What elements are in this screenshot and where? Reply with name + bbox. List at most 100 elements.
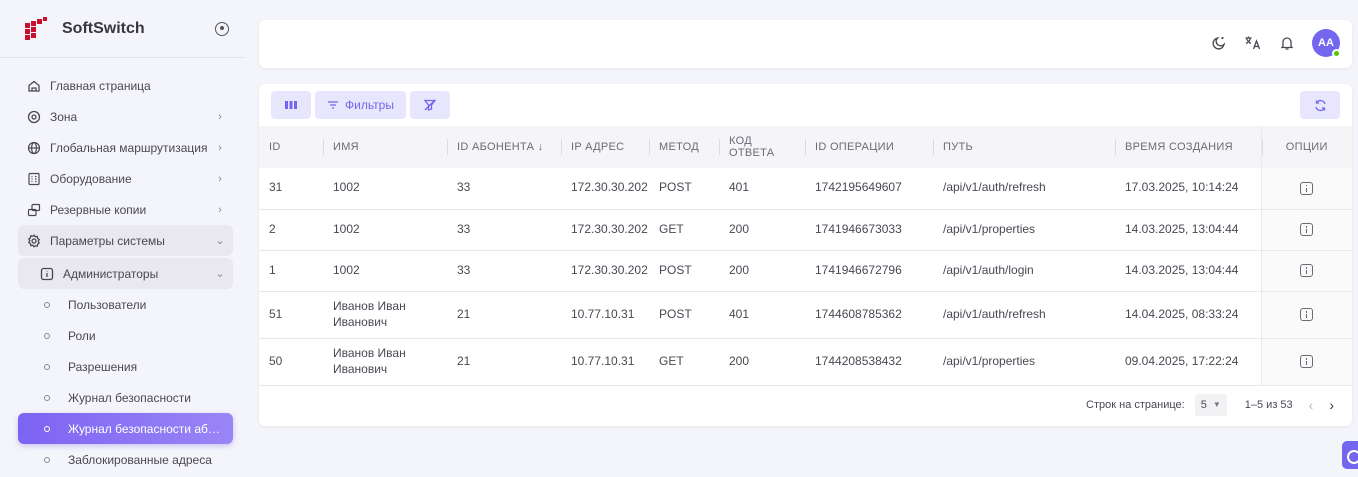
column-header-created-time[interactable]: ВРЕМЯ СОЗДАНИЯ (1115, 126, 1261, 168)
sidebar-item-label: Главная страница (50, 78, 151, 93)
sidebar-item-security-log[interactable]: Журнал безопасности (18, 382, 233, 413)
sidebar-item-label: Администраторы (63, 266, 159, 281)
sidebar-item-label: Резервные копии (50, 202, 147, 217)
table-row[interactable]: 51 Иванов Иван Иванович 21 10.77.10.31 P… (259, 291, 1352, 339)
cell-subscriber-id: 33 (447, 168, 561, 210)
cell-response-code: 401 (719, 168, 805, 210)
table-row[interactable]: 50 Иванов Иван Иванович 21 10.77.10.31 G… (259, 338, 1352, 386)
sidebar-item-administrators[interactable]: Администраторы ⌄ (18, 258, 233, 289)
cell-response-code: 200 (719, 209, 805, 251)
cell-subscriber-id: 21 (447, 291, 561, 339)
cell-name: 1002 (323, 250, 447, 292)
cell-operation-id: 1744608785362 (805, 291, 933, 339)
caret-down-icon: ▼ (1212, 400, 1221, 409)
cell-ip-address: 10.77.10.31 (561, 338, 649, 386)
sidebar-item-label: Пользователи (68, 297, 147, 312)
circle-bullet-icon (44, 332, 50, 339)
cell-method: POST (649, 291, 719, 339)
sidebar-item-roles[interactable]: Роли (18, 320, 233, 351)
sidebar-item-permissions[interactable]: Разрешения (18, 351, 233, 382)
columns-button[interactable] (271, 91, 311, 119)
sidebar-item-users[interactable]: Пользователи (18, 289, 233, 320)
cell-path: /api/v1/properties (933, 338, 1115, 386)
next-page-icon[interactable]: › (1329, 397, 1334, 413)
sidebar-item-blocked-addresses[interactable]: Заблокированные адреса (18, 444, 233, 475)
column-header-options: ОПЦИИ (1260, 126, 1352, 168)
filters-button[interactable]: Фильтры (315, 91, 406, 119)
table-row[interactable]: 31 1002 33 172.30.30.202 POST 401 174219… (259, 168, 1352, 210)
sidebar-item-home[interactable]: Главная страница (18, 70, 233, 101)
column-header-ip-address[interactable]: IP АДРЕС (561, 126, 649, 168)
location-pin-icon (27, 110, 41, 124)
theme-toggle-icon[interactable] (1210, 34, 1228, 52)
filter-lines-icon (328, 101, 338, 109)
column-header-operation-id[interactable]: ID ОПЕРАЦИИ (805, 126, 933, 168)
top-navbar: AA (259, 20, 1352, 68)
sidebar-item-zone[interactable]: Зона › (18, 101, 233, 132)
cell-created-time: 14.03.2025, 13:04:44 (1115, 250, 1261, 292)
avatar-initials: AA (1318, 37, 1334, 49)
chevron-right-icon: › (218, 141, 222, 154)
cell-operation-id: 1744208538432 (805, 338, 933, 386)
cell-name: Иванов Иван Иванович (323, 338, 447, 386)
column-header-name[interactable]: ИМЯ (323, 126, 447, 168)
column-header-response-code[interactable]: КОД ОТВЕТА (719, 126, 805, 168)
cell-id: 50 (259, 338, 323, 386)
brand-header: SoftSwitch (0, 0, 245, 58)
circle-bullet-icon (44, 363, 50, 370)
details-icon[interactable] (1300, 264, 1314, 278)
table-row[interactable]: 1 1002 33 172.30.30.202 POST 200 1741946… (259, 250, 1352, 292)
info-square-icon (40, 267, 54, 281)
cell-id: 1 (259, 250, 323, 292)
cell-name: Иванов Иван Иванович (323, 291, 447, 339)
circle-bullet-icon (44, 301, 50, 308)
sidebar-pin-icon[interactable] (215, 21, 229, 36)
cell-options (1260, 338, 1352, 386)
details-icon[interactable] (1300, 181, 1314, 195)
cell-ip-address: 172.30.30.202 (561, 209, 649, 251)
sidebar-item-subscriber-security-log[interactable]: Журнал безопасности абон... (18, 413, 233, 444)
sidebar-item-equipment[interactable]: Оборудование › (18, 163, 233, 194)
column-header-method[interactable]: МЕТОД (649, 126, 719, 168)
cell-method: GET (649, 338, 719, 386)
column-header-subscriber-id[interactable]: ID АБОНЕНТА ↓ (447, 126, 561, 168)
cell-subscriber-id: 33 (447, 250, 561, 292)
cell-ip-address: 10.77.10.31 (561, 291, 649, 339)
cell-operation-id: 1741946673033 (805, 209, 933, 251)
details-icon[interactable] (1300, 355, 1314, 369)
sidebar-item-system-settings[interactable]: Параметры системы ⌄ (18, 225, 233, 256)
details-icon[interactable] (1300, 223, 1314, 237)
cell-created-time: 14.04.2025, 08:33:24 (1115, 291, 1261, 339)
details-icon[interactable] (1300, 308, 1314, 322)
backup-icon (27, 203, 41, 217)
clear-filters-button[interactable] (409, 91, 450, 119)
rows-per-page-select[interactable]: 5 ▼ (1194, 393, 1227, 416)
sidebar-item-label: Оборудование (50, 171, 132, 186)
chevron-right-icon: › (218, 172, 222, 185)
bell-icon[interactable] (1278, 34, 1296, 52)
cell-response-code: 401 (719, 291, 805, 339)
column-header-id[interactable]: ID (259, 126, 323, 168)
chevron-right-icon: › (218, 203, 222, 216)
subscriber-security-log-card: Фильтры ID ИМЯ ID АБОНЕНТА ↓ IP АДРЕС МЕ… (259, 84, 1352, 426)
pagination-range: 1–5 из 53 (1244, 398, 1293, 411)
sidebar-item-global-routing[interactable]: Глобальная маршрутизация › (18, 132, 233, 163)
cell-path: /api/v1/auth/login (933, 250, 1115, 292)
security-log-table: ID ИМЯ ID АБОНЕНТА ↓ IP АДРЕС МЕТОД КОД … (259, 126, 1352, 386)
user-avatar[interactable]: AA (1312, 29, 1341, 58)
table-row[interactable]: 2 1002 33 172.30.30.202 GET 200 17419466… (259, 209, 1352, 251)
cell-created-time: 14.03.2025, 13:04:44 (1115, 209, 1261, 251)
cell-response-code: 200 (719, 250, 805, 292)
sidebar-item-backups[interactable]: Резервные копии › (18, 194, 233, 225)
rows-per-page-label: Строк на странице: (1086, 398, 1185, 411)
cell-ip-address: 172.30.30.202 (561, 250, 649, 292)
translate-icon[interactable] (1244, 34, 1262, 52)
cell-name: 1002 (323, 168, 447, 210)
customizer-settings-button[interactable] (1342, 441, 1358, 469)
column-header-path[interactable]: ПУТЬ (933, 126, 1115, 168)
cell-created-time: 09.04.2025, 17:22:24 (1115, 338, 1261, 386)
refresh-button[interactable] (1300, 91, 1340, 119)
cell-options (1260, 209, 1352, 251)
sidebar: SoftSwitch Главная страница Зона › Глоба… (0, 0, 245, 477)
previous-page-icon[interactable]: ‹ (1309, 397, 1314, 413)
